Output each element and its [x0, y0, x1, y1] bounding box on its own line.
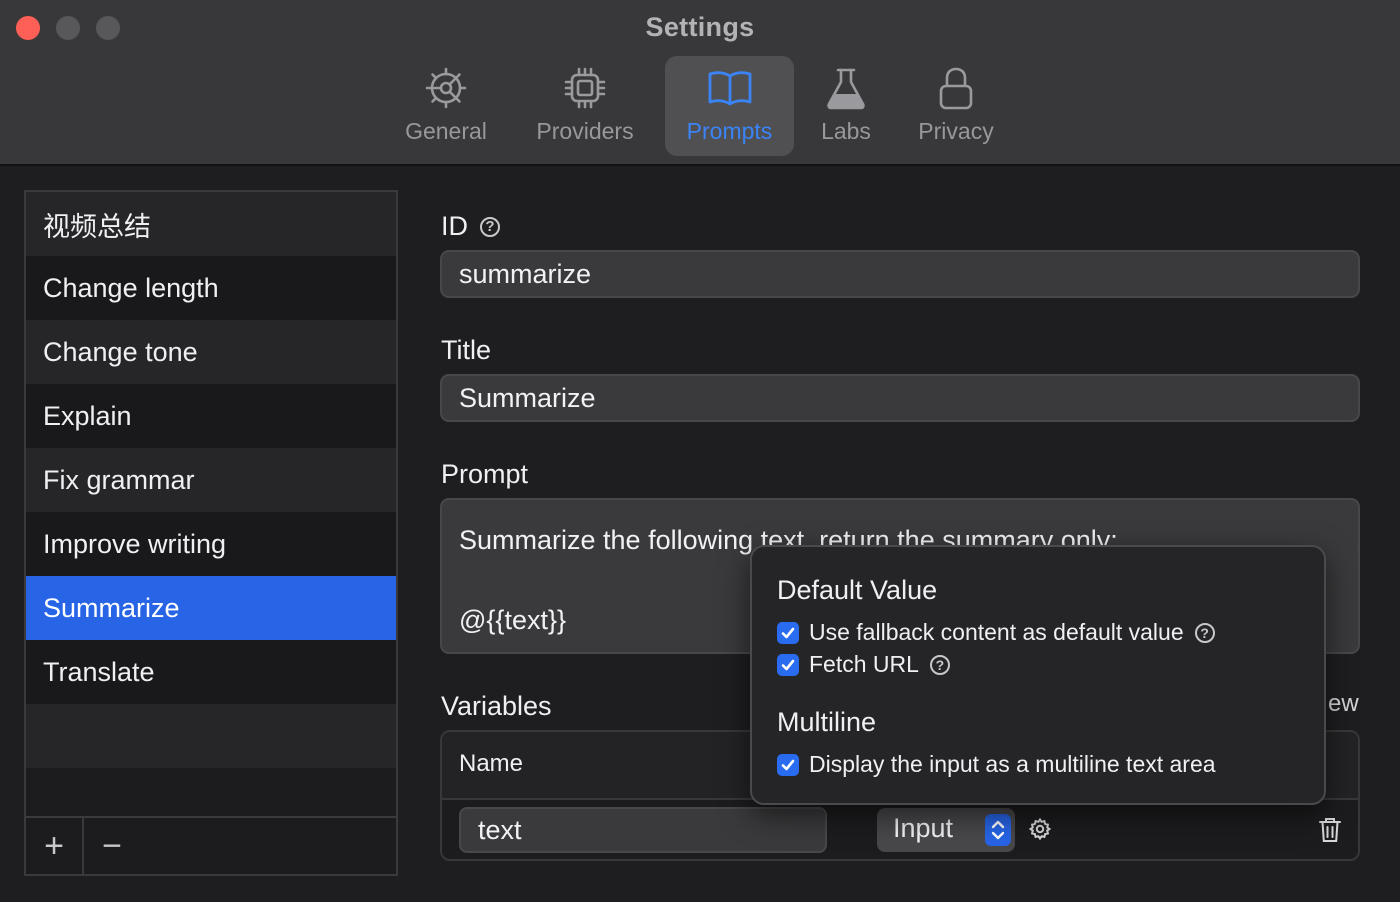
- list-item[interactable]: Explain: [26, 384, 396, 448]
- list-item-selected[interactable]: Summarize: [26, 576, 396, 640]
- multiline-heading: Multiline: [777, 707, 877, 737]
- variable-settings-popover: Default Value Use fallback content as de…: [750, 545, 1326, 805]
- book-icon: [708, 71, 751, 106]
- title-label: Title: [441, 335, 492, 365]
- help-icon[interactable]: ?: [929, 654, 950, 675]
- variable-type-value: Input: [893, 813, 954, 843]
- window-title: Settings: [645, 12, 755, 42]
- list-item-empty: [26, 704, 396, 768]
- list-item[interactable]: 视频总结: [26, 192, 396, 256]
- delete-variable-trash-icon[interactable]: [1318, 817, 1342, 843]
- list-item-label: Improve writing: [43, 528, 227, 559]
- prompt-label: Prompt: [441, 459, 529, 489]
- checkmark-icon: [781, 759, 795, 770]
- tab-label: Privacy: [918, 118, 994, 144]
- list-item-label: Explain: [43, 400, 132, 431]
- multiline-row: Display the input as a multiline text ar…: [777, 751, 1216, 778]
- list-item-label: Fix grammar: [43, 464, 195, 495]
- fetch-url-checkbox[interactable]: [777, 653, 799, 676]
- gear-icon: [425, 67, 467, 109]
- variables-label: Variables: [441, 691, 552, 721]
- list-item[interactable]: Improve writing: [26, 512, 396, 576]
- list-item[interactable]: Fix grammar: [26, 448, 396, 512]
- multiline-label: Display the input as a multiline text ar…: [809, 751, 1216, 777]
- chip-icon: [564, 67, 606, 109]
- use-fallback-row: Use fallback content as default value ?: [777, 619, 1215, 646]
- list-item[interactable]: Translate: [26, 640, 396, 704]
- tab-label: Labs: [821, 118, 871, 144]
- id-label: ID ?: [441, 211, 500, 242]
- variable-settings-gear-icon[interactable]: [1028, 817, 1052, 841]
- list-item-label: Summarize: [43, 592, 180, 623]
- lock-icon: [939, 67, 973, 110]
- tab-privacy[interactable]: Privacy: [904, 56, 1008, 156]
- tab-labs[interactable]: Labs: [808, 56, 884, 156]
- prompt-list: 视频总结 Change length Change tone Explain F…: [24, 190, 398, 876]
- title-field[interactable]: Summarize: [440, 374, 1360, 422]
- fetch-url-row: Fetch URL ?: [777, 651, 950, 678]
- default-value-heading: Default Value: [777, 575, 938, 605]
- checkmark-icon: [781, 659, 795, 670]
- use-fallback-checkbox[interactable]: [777, 621, 799, 644]
- add-prompt-button[interactable]: +: [26, 818, 84, 874]
- remove-prompt-button[interactable]: −: [84, 818, 140, 874]
- help-icon[interactable]: ?: [1194, 622, 1215, 643]
- tab-label: Prompts: [686, 118, 773, 144]
- list-item[interactable]: Change tone: [26, 320, 396, 384]
- list-item[interactable]: Change length: [26, 256, 396, 320]
- id-field[interactable]: summarize: [440, 250, 1360, 298]
- variable-name-input[interactable]: text: [459, 807, 827, 853]
- tab-general[interactable]: General: [390, 56, 502, 156]
- variable-type-select[interactable]: Input: [877, 808, 1015, 852]
- chevron-up-down-icon: [985, 814, 1011, 846]
- list-item-label: Translate: [43, 656, 155, 687]
- preview-link[interactable]: ew: [1328, 690, 1359, 718]
- help-icon[interactable]: ?: [480, 216, 500, 237]
- list-item-label: Change length: [43, 272, 219, 303]
- multiline-checkbox[interactable]: [777, 753, 799, 776]
- id-label-text: ID: [441, 211, 468, 241]
- checkmark-icon: [781, 627, 795, 638]
- tab-label: General: [405, 118, 487, 144]
- list-item-label: Change tone: [43, 336, 198, 367]
- fetch-url-label: Fetch URL: [809, 651, 919, 677]
- use-fallback-label: Use fallback content as default value: [809, 619, 1184, 645]
- tab-providers[interactable]: Providers: [522, 56, 648, 156]
- list-item-label: 视频总结: [43, 211, 151, 242]
- column-header-name: Name: [459, 750, 524, 777]
- list-actions: + −: [26, 816, 396, 874]
- tab-prompts[interactable]: Prompts: [665, 56, 794, 156]
- settings-window: Settings General Providers Prompts Labs …: [0, 0, 1400, 902]
- tab-label: Providers: [536, 118, 634, 144]
- toolbar: Settings General Providers Prompts Labs …: [0, 0, 1400, 166]
- flask-icon: [827, 68, 865, 110]
